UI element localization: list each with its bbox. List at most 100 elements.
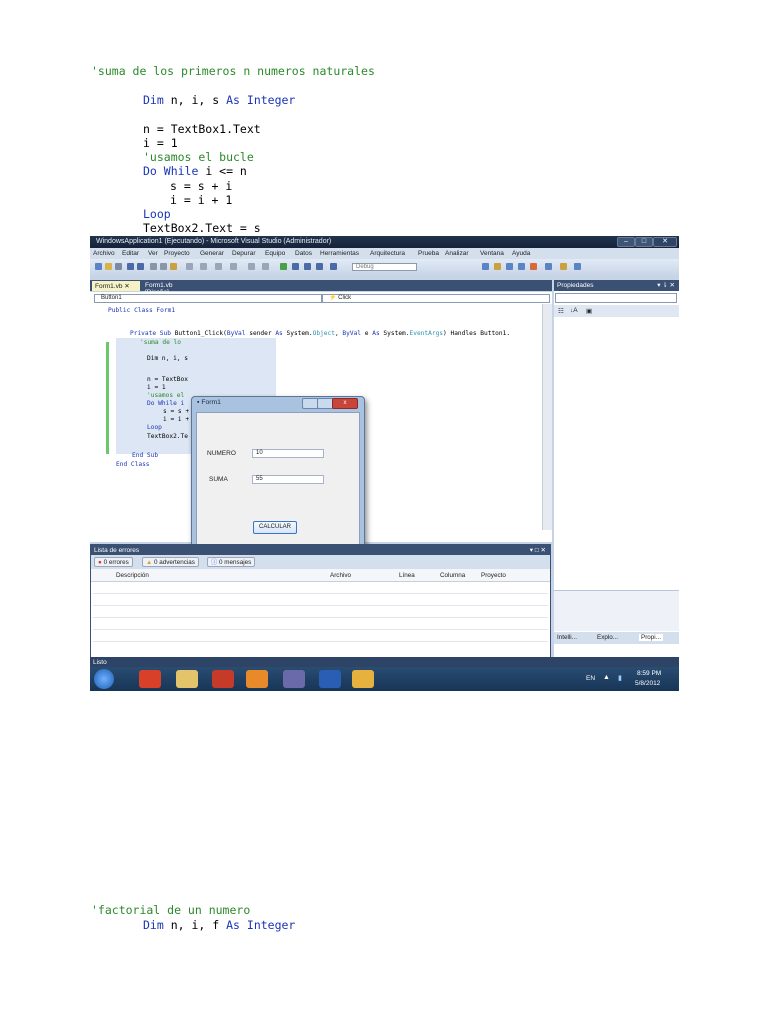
warning-icon: ▲: [146, 559, 153, 566]
warnings-filter[interactable]: ▲ 0 advertencias: [142, 557, 199, 567]
taskbar-app-icon[interactable]: [139, 670, 161, 688]
menu-prueba[interactable]: Prueba: [418, 250, 439, 257]
column-linea[interactable]: Línea: [399, 572, 415, 579]
menu-analizar[interactable]: Analizar: [445, 250, 468, 257]
command-window-icon[interactable]: [574, 263, 581, 270]
copy-icon[interactable]: [160, 263, 167, 270]
step-into-icon[interactable]: [316, 263, 323, 270]
editor-keyword: Private Sub: [130, 330, 171, 337]
start-debug-icon[interactable]: [280, 263, 287, 270]
menu-proyecto[interactable]: Proyecto: [164, 250, 190, 257]
calcular-button[interactable]: CALCULAR: [253, 521, 297, 534]
editor-text: Button1_Click(: [170, 330, 227, 337]
textbox-numero[interactable]: 10: [252, 449, 324, 458]
properties-object-combo[interactable]: [555, 293, 677, 303]
tray-date[interactable]: 5/8/2012: [635, 680, 660, 687]
menu-ventana[interactable]: Ventana: [480, 250, 504, 257]
paste-icon[interactable]: [170, 263, 177, 270]
tray-time[interactable]: 8:59 PM: [637, 670, 661, 677]
messages-filter[interactable]: ⓘ 0 mensajes: [207, 557, 256, 567]
add-item-icon[interactable]: [115, 263, 122, 270]
word-icon[interactable]: [319, 670, 341, 688]
close-tab-icon[interactable]: ✕: [124, 283, 129, 290]
navigate-forward-icon[interactable]: [262, 263, 269, 270]
media-player-icon[interactable]: [246, 670, 268, 688]
menu-datos[interactable]: Datos: [295, 250, 312, 257]
tray-arrow-icon[interactable]: ▲: [603, 674, 610, 681]
navigate-back-icon[interactable]: [248, 263, 255, 270]
tab-form1-vb[interactable]: Form1.vb ✕: [92, 281, 140, 291]
panel-pin-icon[interactable]: ▾ □ ✕: [530, 546, 546, 554]
alphabetical-icon[interactable]: ↓A: [570, 307, 578, 314]
properties-bottom-tabs: Intelli... Explo... Propi...: [554, 632, 679, 644]
object-combo[interactable]: Button1: [94, 294, 322, 303]
find-icon[interactable]: [482, 263, 489, 270]
editor-line: Do While i: [147, 400, 185, 407]
menu-depurar[interactable]: Depurar: [232, 250, 255, 257]
grid-line: [93, 629, 548, 630]
tab-explorer[interactable]: Explo...: [597, 634, 618, 641]
properties-icon[interactable]: [506, 263, 513, 270]
save-icon[interactable]: [127, 263, 134, 270]
property-pages-icon[interactable]: ▣: [586, 307, 592, 315]
toolbox-icon[interactable]: [530, 263, 537, 270]
save-all-icon[interactable]: [137, 263, 144, 270]
solution-explorer-icon[interactable]: [494, 263, 501, 270]
uncomment-icon[interactable]: [200, 263, 207, 270]
new-project-icon[interactable]: [95, 263, 102, 270]
menu-editar[interactable]: Editar: [122, 250, 139, 257]
column-proyecto[interactable]: Proyecto: [481, 572, 506, 579]
taskbar-app-icon[interactable]: [212, 670, 234, 688]
status-text: Listo: [93, 658, 107, 666]
tab-form1-design[interactable]: Form1.vb [Diseño]: [142, 281, 200, 296]
panel-pin-icon[interactable]: ▾ ⇂ ✕: [657, 281, 675, 289]
form1-close-button[interactable]: x: [332, 398, 358, 409]
menu-ayuda[interactable]: Ayuda: [512, 250, 530, 257]
object-browser-icon[interactable]: [518, 263, 525, 270]
form-icon: ▪: [197, 399, 200, 406]
code-text: n, i, s: [163, 93, 227, 107]
editor-line: TextBox2.Te: [147, 433, 188, 440]
extension-manager-icon[interactable]: [560, 263, 567, 270]
minimize-button[interactable]: –: [617, 237, 635, 247]
code-line: i = i + 1: [170, 193, 233, 207]
menu-generar[interactable]: Generar: [200, 250, 224, 257]
redo-icon[interactable]: [230, 263, 237, 270]
textbox-suma[interactable]: 55: [252, 475, 324, 484]
cut-icon[interactable]: [150, 263, 157, 270]
step-over-icon[interactable]: [330, 263, 337, 270]
editor-line: Loop: [147, 424, 162, 431]
visual-studio-icon[interactable]: [283, 670, 305, 688]
maximize-button[interactable]: □: [635, 237, 653, 247]
column-descripcion[interactable]: Descripción: [116, 572, 149, 579]
event-combo[interactable]: ⚡ Click: [322, 294, 550, 303]
code-editor[interactable]: Button1 ⚡ Click Public Class Form1 Priva…: [90, 292, 552, 568]
network-icon[interactable]: ▮: [618, 674, 622, 682]
menu-ver[interactable]: Ver: [148, 250, 158, 257]
tab-properties[interactable]: Propi...: [639, 634, 663, 641]
errors-filter[interactable]: ● 0 errores: [94, 557, 133, 567]
event-icon: ⚡: [329, 295, 337, 301]
taskbar-app-icon[interactable]: [352, 670, 374, 688]
open-file-icon[interactable]: [105, 263, 112, 270]
file-explorer-icon[interactable]: [176, 670, 198, 688]
menu-herramientas[interactable]: Herramientas: [320, 250, 359, 257]
start-button[interactable]: [94, 669, 114, 689]
categorized-icon[interactable]: ☷: [558, 307, 564, 315]
stop-icon[interactable]: [304, 263, 311, 270]
start-page-icon[interactable]: [545, 263, 552, 270]
menu-arquitectura[interactable]: Arquitectura: [370, 250, 405, 257]
close-button[interactable]: ✕: [653, 237, 677, 247]
editor-scrollbar[interactable]: [542, 304, 552, 530]
comment-icon[interactable]: [186, 263, 193, 270]
tab-intellitrace[interactable]: Intelli...: [557, 634, 577, 641]
code-keyword: Integer: [246, 918, 296, 932]
column-columna[interactable]: Columna: [440, 572, 465, 579]
language-indicator[interactable]: EN: [586, 675, 595, 682]
column-archivo[interactable]: Archivo: [330, 572, 351, 579]
pause-icon[interactable]: [292, 263, 299, 270]
undo-icon[interactable]: [215, 263, 222, 270]
menu-archivo[interactable]: Archivo: [93, 250, 115, 257]
solution-config-combo[interactable]: Debug: [352, 263, 417, 271]
menu-equipo[interactable]: Equipo: [265, 250, 285, 257]
